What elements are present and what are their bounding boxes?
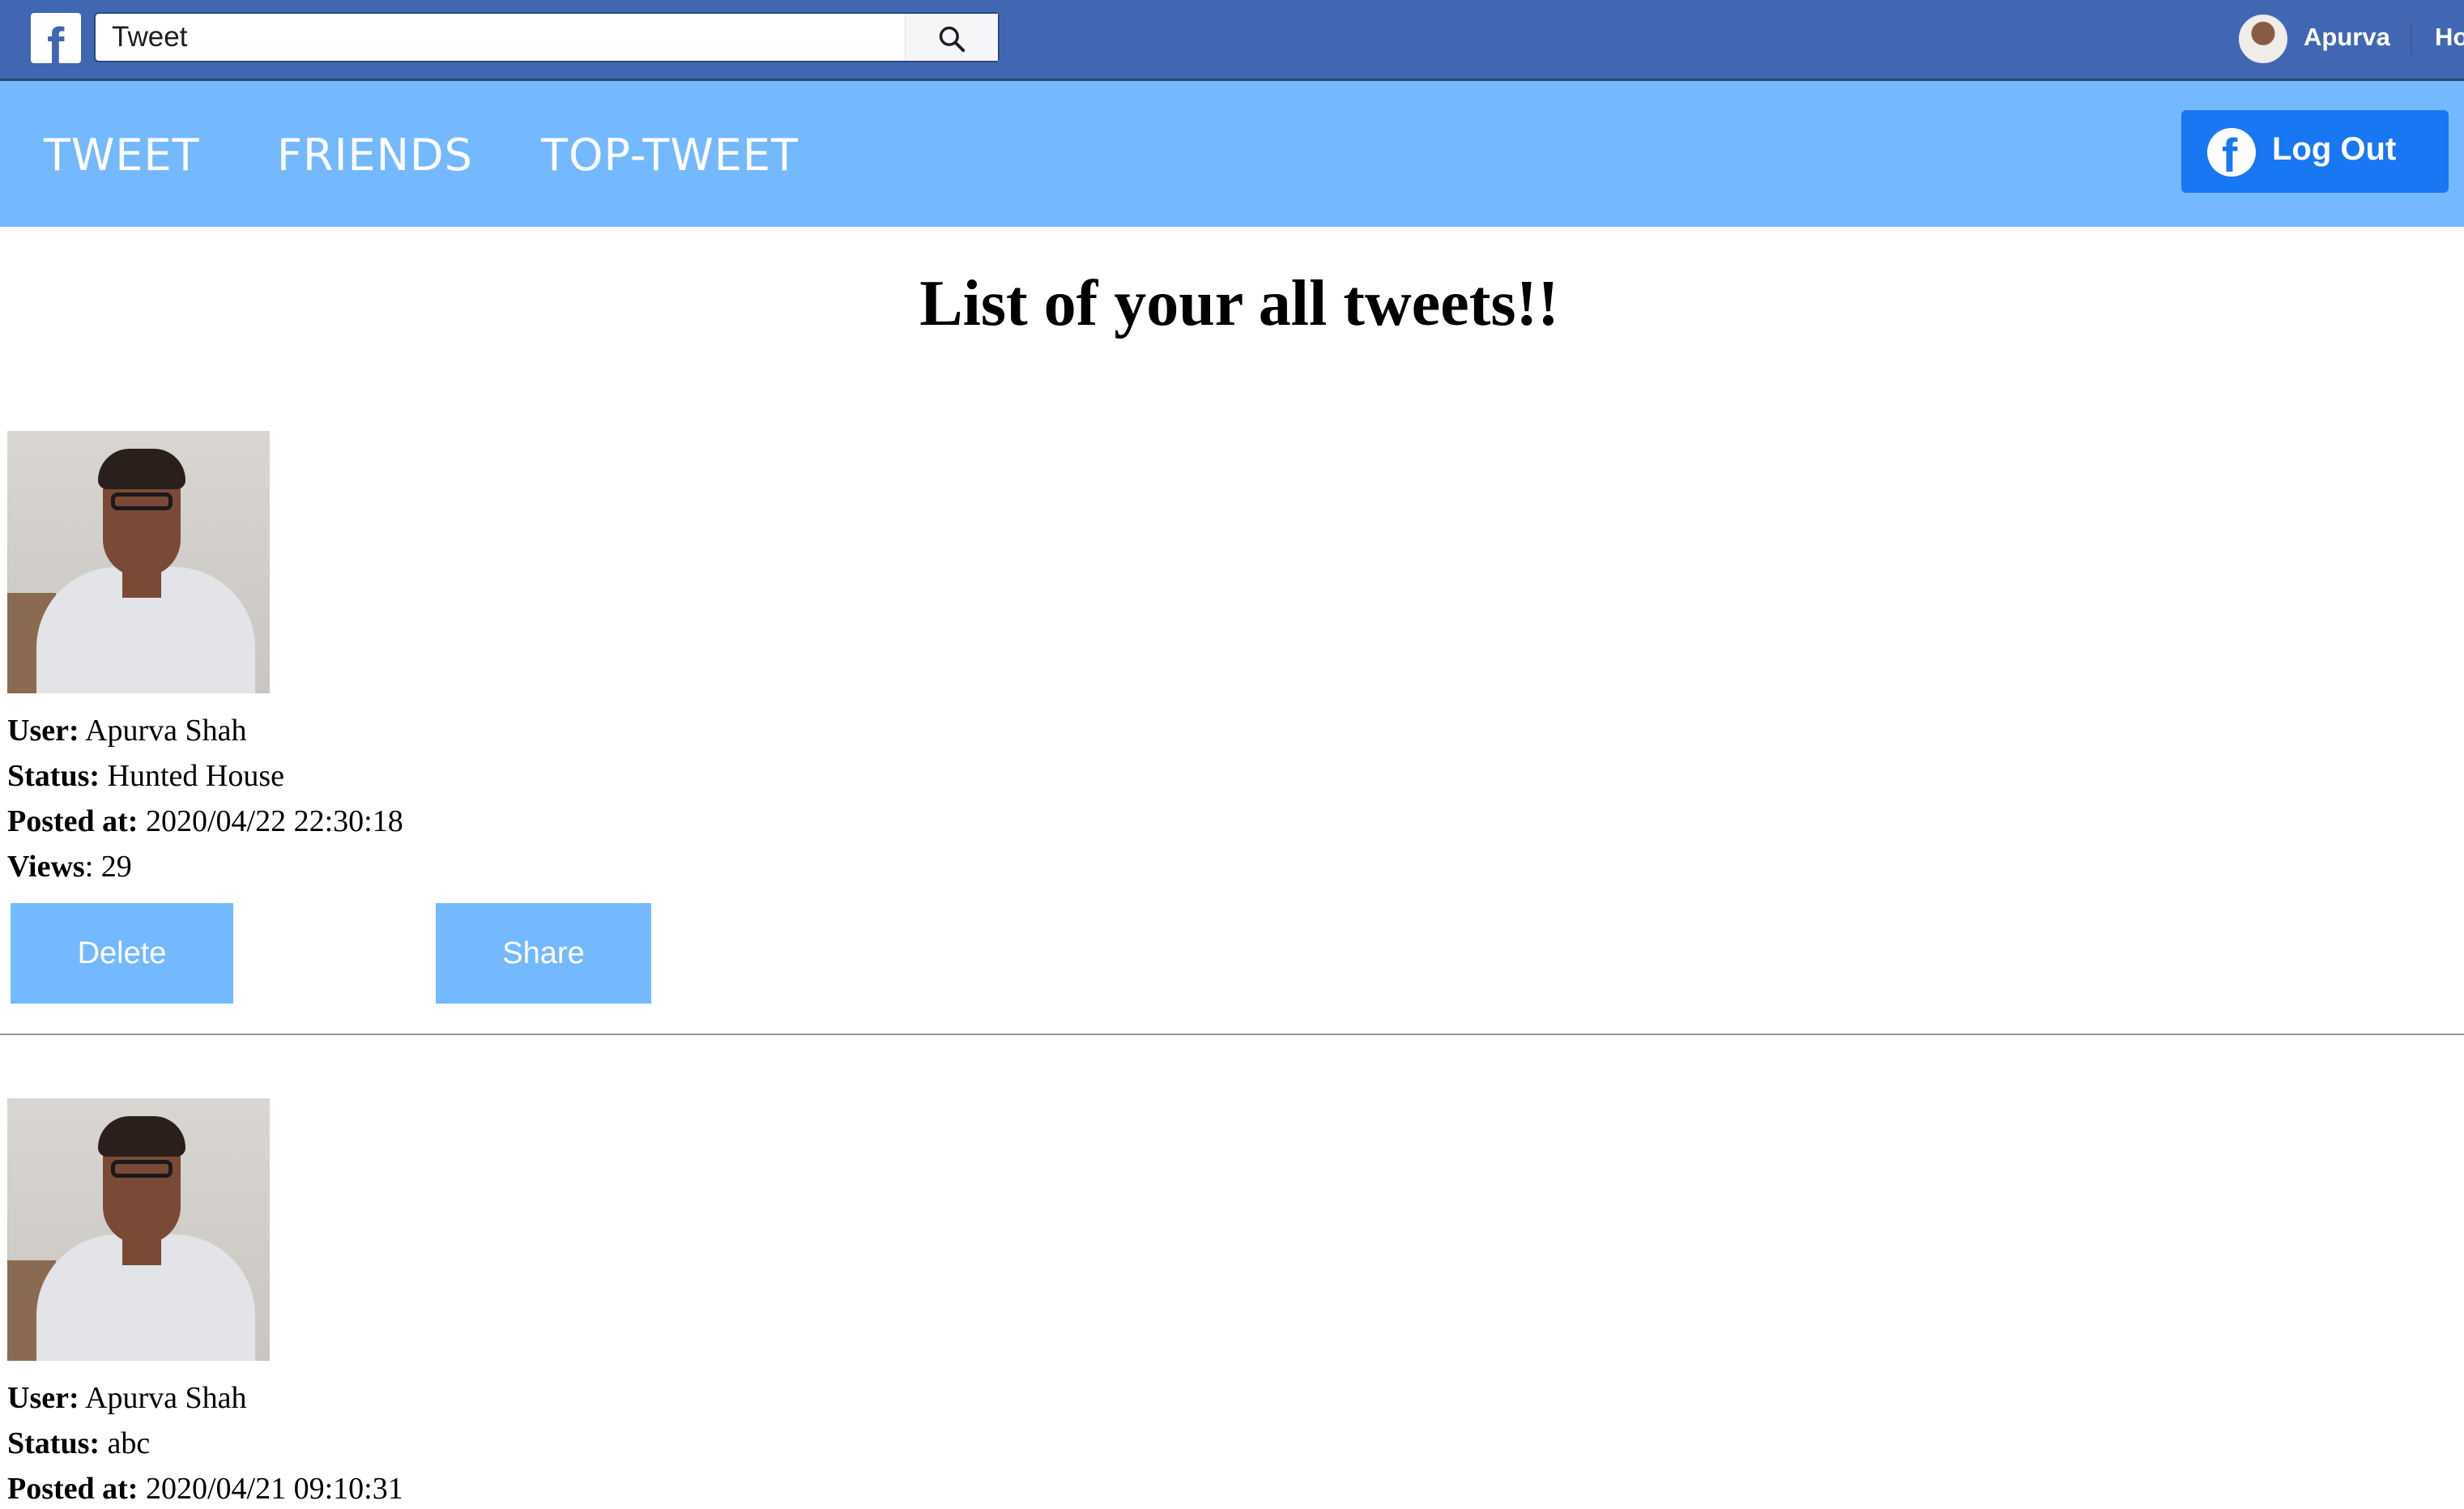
photo-hair (98, 449, 185, 489)
status-value: abc (107, 1426, 151, 1460)
search-button[interactable] (905, 14, 998, 61)
tweet-posted-at: Posted at: 2020/04/21 09:10:31 (7, 1471, 403, 1507)
nav-tweet[interactable]: TWEET (44, 130, 200, 181)
page-title: List of your all tweets!! (919, 268, 1559, 339)
tweet-card: User: Apurva Shah Status: abc Posted at:… (0, 1098, 2464, 1509)
user-label: User: (7, 1381, 79, 1415)
tweet-user: User: Apurva Shah (7, 713, 247, 748)
tweet-views: Views: 29 (7, 849, 132, 885)
avatar (2239, 15, 2287, 63)
tweet-card: User: Apurva Shah Status: Hunted House P… (0, 431, 2464, 1006)
user-label: User: (7, 714, 79, 748)
views-value: : 29 (84, 850, 132, 884)
posted-at-value: 2020/04/21 09:10:31 (145, 1472, 403, 1506)
home-link[interactable]: Ho (2435, 23, 2464, 52)
status-value: Hunted House (107, 759, 284, 793)
tweet-status: Status: Hunted House (7, 758, 284, 794)
nav-friends[interactable]: FRIENDS (277, 130, 473, 181)
status-label: Status: (7, 759, 100, 793)
tweet-posted-at: Posted at: 2020/04/22 22:30:18 (7, 804, 403, 839)
log-out-label: Log Out (2272, 131, 2397, 167)
search-input[interactable] (96, 14, 902, 61)
posted-at-label: Posted at: (7, 1472, 139, 1506)
views-label: Views (7, 850, 85, 884)
share-button[interactable]: Share (436, 903, 651, 1004)
tweet-user: User: Apurva Shah (7, 1380, 247, 1416)
tweet-divider (0, 1034, 2464, 1035)
nav-top-tweet[interactable]: TOP-TWEET (541, 130, 799, 181)
log-out-button[interactable]: f Log Out (2181, 110, 2449, 193)
facebook-top-bar: f Apurva Ho (0, 0, 2464, 81)
user-value: Apurva Shah (85, 714, 247, 748)
photo-glasses (111, 1160, 173, 1178)
user-value: Apurva Shah (85, 1381, 247, 1415)
user-photo (7, 431, 270, 693)
facebook-logo-icon[interactable]: f (31, 13, 81, 75)
tweet-status: Status: abc (7, 1426, 150, 1461)
divider (2411, 23, 2412, 55)
delete-button[interactable]: Delete (11, 903, 233, 1004)
photo-glasses (111, 492, 173, 510)
posted-at-value: 2020/04/22 22:30:18 (145, 804, 403, 838)
photo-hair (98, 1116, 185, 1157)
user-photo (7, 1098, 270, 1361)
facebook-f-glyph: f (47, 17, 65, 75)
search-box (94, 12, 1000, 62)
search-icon (939, 26, 966, 53)
status-label: Status: (7, 1426, 100, 1460)
posted-at-label: Posted at: (7, 804, 139, 838)
facebook-circle-icon: f (2207, 128, 2256, 182)
user-name: Apurva (2304, 23, 2390, 51)
app-nav-bar: TWEET FRIENDS TOP-TWEET f Log Out (0, 81, 2464, 227)
